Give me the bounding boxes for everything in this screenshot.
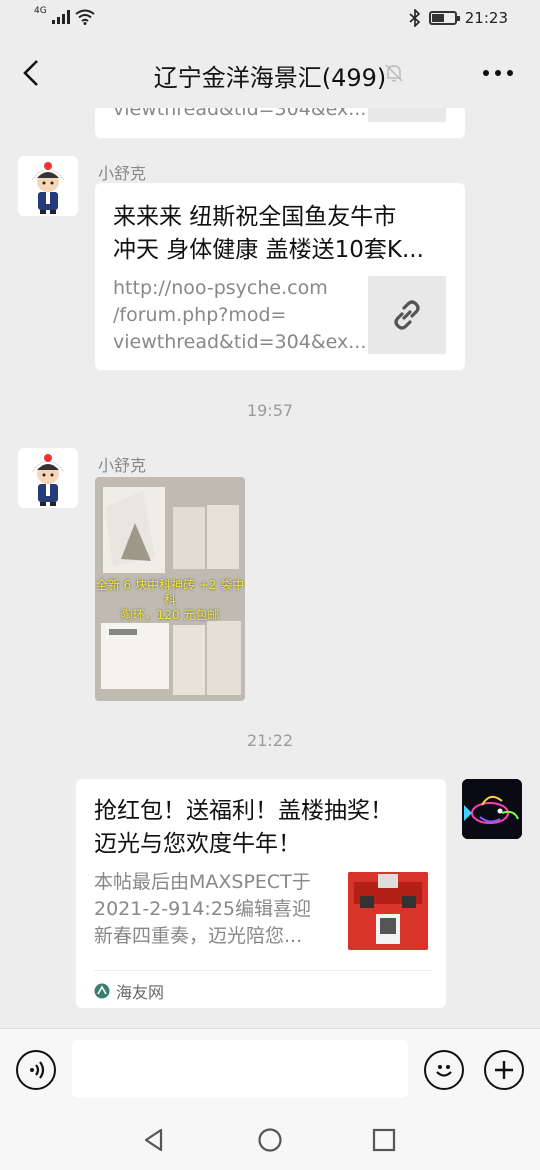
circle-home-icon[interactable] [257,1127,283,1153]
status-bar: 4G 21:23 [0,0,540,38]
system-nav-bar [0,1110,540,1170]
neon-fish-avatar [462,779,522,839]
timestamp: 21:22 [246,731,294,750]
message-input[interactable] [72,1040,408,1098]
battery-icon [428,11,460,25]
link-card-url: http://noo-psyche.com /forum.php?mod= vi… [113,277,367,353]
card-divider [94,970,432,971]
clock: 21:23 [464,9,508,27]
wifi-icon [75,9,95,25]
link-card-title: 来来来 纽斯祝全国鱼友牛市 冲天 身体健康 盖楼送10套K... [113,204,424,263]
link-thumbnail [368,108,446,122]
chat-header: 辽宁金洋海景汇(499) [0,38,540,108]
emoji-icon [436,1065,452,1077]
link-card-title: 抢红包！送福利！盖楼抽奖！ 迈光与您欢度牛年！ [94,798,393,857]
avatar-cartoon [18,156,78,216]
triangle-back-icon[interactable] [141,1127,167,1153]
bluetooth-icon [409,9,420,27]
more-dots-icon[interactable] [482,68,514,78]
status-right: 21:23 [409,9,508,27]
image-message[interactable]: 全新 6 块中科神砖 +2 袋中科 陶环，120 元包邮 [95,477,245,701]
square-recent-icon[interactable] [371,1127,397,1153]
sender-name: 小舒克 [98,164,147,183]
link-card-previous[interactable]: viewthread&tid=304&ex... [95,108,465,138]
voice-icon [30,1061,45,1079]
signal-icon [51,10,70,24]
bell-off-icon [385,64,403,82]
network-type: 4G [34,6,47,16]
link-thumbnail [368,276,446,354]
input-bar [0,1028,540,1110]
voice-button[interactable] [16,1050,56,1090]
chat-area: viewthread&tid=304&ex... 小舒克 来来来 纽斯祝全国鱼友… [0,108,540,1028]
emoji-button[interactable] [424,1050,464,1090]
link-card-message[interactable]: 来来来 纽斯祝全国鱼友牛市 冲天 身体健康 盖楼送10套K... http://… [95,183,465,370]
sender-name: 小舒克 [98,456,147,475]
plus-button[interactable] [484,1050,524,1090]
haiyou-logo-icon [94,983,110,999]
plus-icon [495,1061,513,1079]
link-icon [394,300,420,330]
link-card-desc: 本帖最后由MAXSPECT于 2021-2-914:25编辑喜迎 新春四重奏，迈… [94,871,311,947]
image-caption: 全新 6 块中科神砖 +2 袋中科 陶环，120 元包邮 [95,578,245,622]
source-name: 海友网 [116,983,165,1002]
link-thumbnail [348,872,428,950]
avatar[interactable] [18,448,78,508]
avatar[interactable] [18,156,78,216]
link-card-self[interactable]: 抢红包！送福利！盖楼抽奖！ 迈光与您欢度牛年！ 本帖最后由MAXSPECT于 2… [76,779,446,1008]
card-source: 海友网 [94,979,164,1003]
timestamp: 19:57 [246,401,294,420]
status-left: 4G [34,6,95,25]
link-card-url: viewthread&tid=304&ex... [113,108,367,120]
chat-title: 辽宁金洋海景汇(499) [153,64,387,92]
avatar-self[interactable] [462,779,522,839]
promo-image [348,872,428,950]
avatar-cartoon [18,448,78,508]
